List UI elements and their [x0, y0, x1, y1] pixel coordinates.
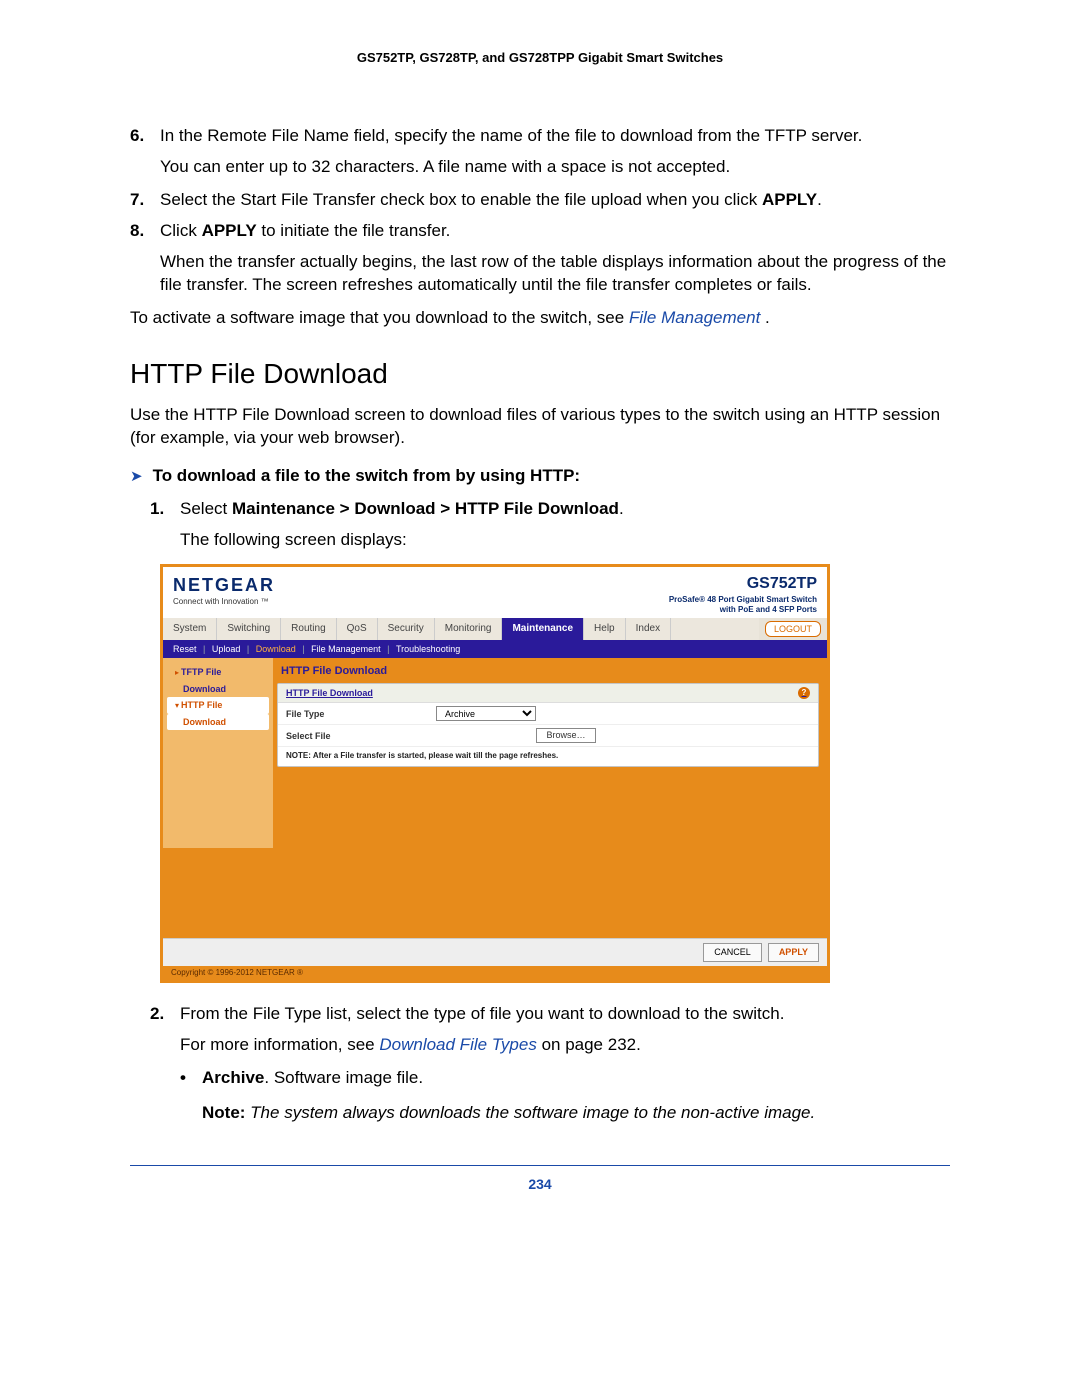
sidebar: ▸TFTP File Download ▾HTTP File Download	[163, 658, 273, 848]
step-tail: to initiate the file transfer.	[257, 221, 451, 240]
step-8-follow: When the transfer actually begins, the l…	[160, 251, 950, 297]
caret-icon: ▾	[175, 701, 179, 710]
tab-qos[interactable]: QoS	[337, 618, 378, 640]
apply-button[interactable]: APPLY	[768, 943, 819, 961]
sidebar-label: TFTP File	[181, 667, 221, 677]
tab-security[interactable]: Security	[378, 618, 435, 640]
model-subtitle-2: with PoE and 4 SFP Ports	[669, 605, 817, 616]
copyright-text: Copyright © 1996-2012 NETGEAR ®	[163, 966, 827, 981]
netgear-logo: NETGEAR	[173, 573, 275, 597]
step-tail: .	[619, 499, 624, 518]
step-text: Click APPLY to initiate the file transfe…	[160, 220, 950, 243]
proc-step-1-follow: The following screen displays:	[180, 529, 950, 552]
activate-tail: .	[765, 308, 770, 327]
file-type-label: File Type	[286, 708, 436, 720]
select-file-label: Select File	[286, 730, 436, 742]
sidebar-item-http-sub[interactable]: Download	[167, 714, 269, 730]
step-lead: Select	[180, 499, 232, 518]
step-text: Select the Start File Transfer check box…	[160, 189, 950, 212]
model-subtitle-1: ProSafe® 48 Port Gigabit Smart Switch	[669, 595, 817, 606]
footer-rule	[130, 1165, 950, 1166]
sidebar-item-http[interactable]: ▾HTTP File	[167, 697, 269, 714]
panel: HTTP File Download ? File Type Archive S	[277, 683, 819, 767]
step-number: 7.	[130, 189, 160, 212]
subnav-troubleshooting[interactable]: Troubleshooting	[396, 644, 460, 654]
proc-step-1: 1. Select Maintenance > Download > HTTP …	[150, 498, 950, 521]
sidebar-item-tftp[interactable]: ▸TFTP File	[167, 664, 269, 681]
step-6: 6. In the Remote File Name field, specif…	[130, 125, 950, 148]
activate-paragraph: To activate a software image that you do…	[130, 307, 950, 330]
step-6-note: You can enter up to 32 characters. A fil…	[160, 156, 950, 179]
step-7: 7. Select the Start File Transfer check …	[130, 189, 950, 212]
step-lead: Select the Start File Transfer check box…	[160, 190, 762, 209]
step-lead: Click	[160, 221, 202, 240]
note-label: Note:	[202, 1103, 250, 1122]
page-number: 234	[130, 1176, 950, 1192]
note-paragraph: Note: The system always downloads the so…	[202, 1102, 950, 1125]
step-bold: Maintenance > Download > HTTP File Downl…	[232, 499, 619, 518]
sub-nav-bar: Reset | Upload | Download | File Managem…	[163, 640, 827, 658]
procedure-title: To download a file to the switch from by…	[153, 465, 581, 488]
step-number: 8.	[130, 220, 160, 243]
subnav-download[interactable]: Download	[256, 644, 296, 654]
document-header: GS752TP, GS728TP, and GS728TPP Gigabit S…	[130, 50, 950, 65]
bullet-lead: Archive	[202, 1068, 264, 1087]
logout-button[interactable]: LOGOUT	[765, 621, 821, 637]
netgear-tagline: Connect with Innovation ™	[173, 597, 275, 608]
proc-step-2: 2. From the File Type list, select the t…	[150, 1003, 950, 1026]
file-management-link[interactable]: File Management	[629, 308, 765, 327]
tab-routing[interactable]: Routing	[281, 618, 336, 640]
tab-switching[interactable]: Switching	[217, 618, 281, 640]
step-bold: APPLY	[202, 221, 257, 240]
panel-header-text: HTTP File Download	[286, 687, 373, 699]
step-number: 6.	[130, 125, 160, 148]
bullet-tail: . Software image file.	[264, 1068, 423, 1087]
activate-lead: To activate a software image that you do…	[130, 308, 629, 327]
tab-bar: System Switching Routing QoS Security Mo…	[163, 618, 827, 640]
model-name: GS752TP	[669, 573, 817, 595]
step-tail: .	[817, 190, 822, 209]
section-title: HTTP File Download	[130, 355, 950, 393]
procedure-heading: ➤ To download a file to the switch from …	[130, 465, 950, 488]
tab-index[interactable]: Index	[626, 618, 671, 640]
follow-tail: on page 232.	[542, 1035, 641, 1054]
section-intro: Use the HTTP File Download screen to dow…	[130, 404, 950, 450]
tab-maintenance[interactable]: Maintenance	[502, 618, 584, 640]
tab-monitoring[interactable]: Monitoring	[435, 618, 503, 640]
subnav-file-management[interactable]: File Management	[311, 644, 381, 654]
panel-footer: CANCEL APPLY	[163, 938, 827, 965]
subnav-reset[interactable]: Reset	[173, 644, 197, 654]
triangle-icon: ➤	[130, 467, 143, 487]
tab-system[interactable]: System	[163, 618, 217, 640]
browse-button[interactable]: Browse…	[536, 728, 596, 743]
note-text: The system always downloads the software…	[250, 1103, 815, 1122]
tab-help[interactable]: Help	[584, 618, 626, 640]
proc-step-2-follow: For more information, see Download File …	[180, 1034, 950, 1057]
panel-title: HTTP File Download	[281, 664, 819, 679]
step-number: 1.	[150, 498, 180, 521]
sidebar-item-tftp-sub[interactable]: Download	[167, 681, 269, 697]
cancel-button[interactable]: CANCEL	[703, 943, 762, 961]
download-file-types-link[interactable]: Download File Types	[379, 1035, 541, 1054]
subnav-upload[interactable]: Upload	[212, 644, 241, 654]
file-type-select[interactable]: Archive	[436, 706, 536, 721]
step-number: 2.	[150, 1003, 180, 1026]
step-8: 8. Click APPLY to initiate the file tran…	[130, 220, 950, 243]
panel-note: NOTE: After a File transfer is started, …	[278, 747, 818, 766]
caret-icon: ▸	[175, 668, 179, 677]
follow-lead: For more information, see	[180, 1035, 379, 1054]
sidebar-label: HTTP File	[181, 700, 222, 710]
step-text: From the File Type list, select the type…	[180, 1003, 950, 1026]
step-text: In the Remote File Name field, specify t…	[160, 125, 950, 148]
screenshot: NETGEAR Connect with Innovation ™ GS752T…	[160, 564, 950, 983]
step-text: Select Maintenance > Download > HTTP Fil…	[180, 498, 950, 521]
step-bold: APPLY	[762, 190, 817, 209]
bullet-icon: •	[180, 1067, 202, 1090]
help-icon[interactable]: ?	[798, 687, 810, 699]
bullet-archive: • Archive. Software image file.	[180, 1067, 950, 1090]
